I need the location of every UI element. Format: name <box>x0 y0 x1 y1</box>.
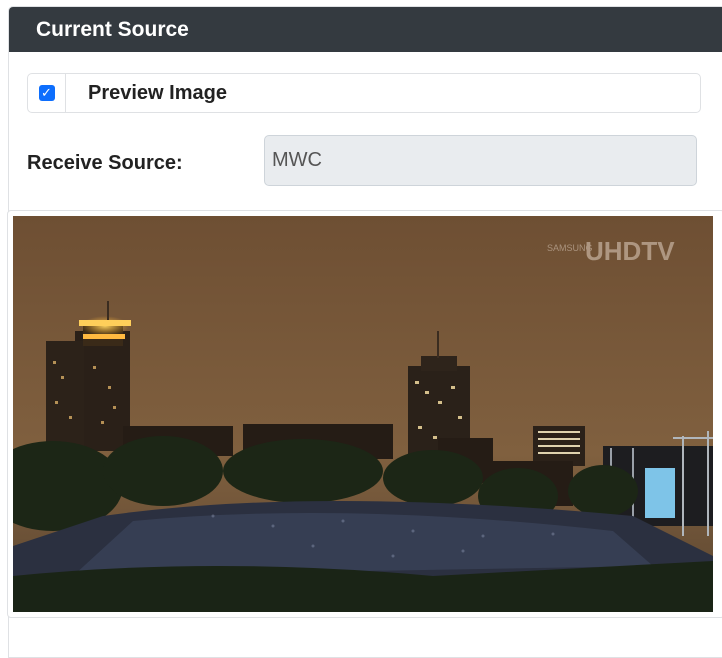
preview-image-checkbox[interactable]: ✓ <box>38 85 55 101</box>
receive-source-value: MWC <box>272 149 322 171</box>
preview-image-frame: SAMSUNG UHDTV <box>7 210 722 618</box>
receive-source-field: MWC <box>264 135 697 186</box>
preview-image: SAMSUNG UHDTV <box>13 216 713 612</box>
right-building <box>533 426 585 466</box>
watermark-text: UHDTV <box>585 236 675 266</box>
checkbox-container[interactable]: ✓ <box>28 74 66 112</box>
preview-image-svg: SAMSUNG UHDTV <box>13 216 713 612</box>
panel-title: Current Source <box>36 17 189 41</box>
preview-image-label: Preview Image <box>88 82 227 104</box>
preview-image-toggle[interactable]: ✓ Preview Image <box>27 73 701 113</box>
checkmark-icon: ✓ <box>41 85 52 100</box>
receive-source-label: Receive Source: <box>27 152 183 174</box>
panel-header: Current Source <box>9 7 722 52</box>
